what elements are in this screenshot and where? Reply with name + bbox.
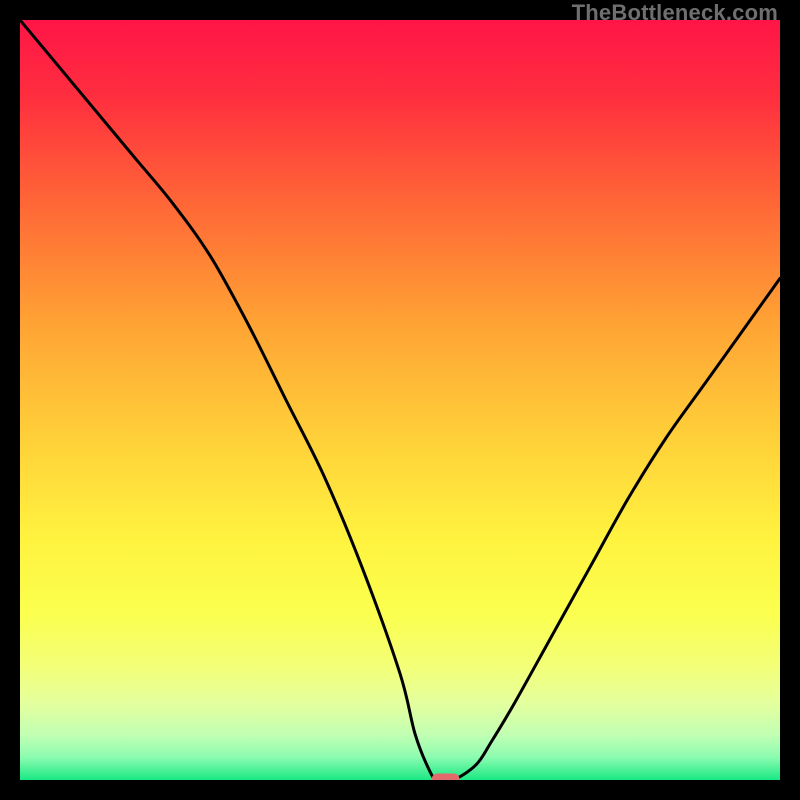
gradient-background	[20, 20, 780, 780]
plot-area	[20, 20, 780, 780]
bottleneck-chart	[20, 20, 780, 780]
optimal-point-marker	[432, 774, 460, 781]
chart-frame: TheBottleneck.com	[0, 0, 800, 800]
